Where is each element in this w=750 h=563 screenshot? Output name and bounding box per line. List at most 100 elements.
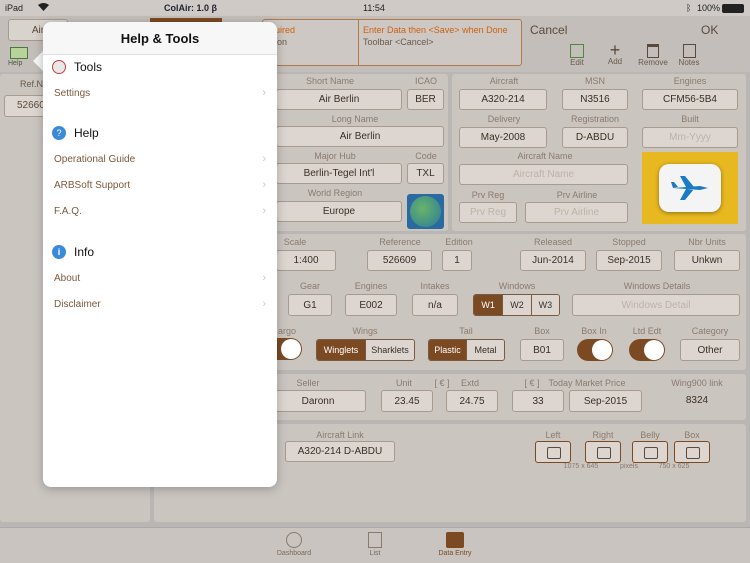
long-name-field[interactable]: Air Berlin [276,126,444,147]
engines-model-field[interactable]: E002 [345,294,397,316]
tab-data-entry[interactable]: Data Entry [425,530,485,557]
photo-left-camera-icon[interactable] [535,441,571,463]
category-field[interactable]: Other [680,339,740,361]
code-field[interactable]: TXL [407,163,444,184]
engines-label: Engines [673,76,707,86]
wings-option-sharklets[interactable]: Sharklets [365,340,414,360]
market-price-label: Today Market Price [548,378,626,388]
windows-option-w2[interactable]: W2 [502,295,531,315]
globe-icon[interactable] [407,194,444,229]
tools-icon [52,60,66,74]
app-title: ColAir: 1.0 β [164,3,218,13]
prv-reg-label: Prv Reg [471,190,505,200]
add-button[interactable]: + Add [600,41,630,66]
intakes-field[interactable]: n/a [412,294,458,316]
major-hub-field[interactable]: Berlin-Tegel Int'l [276,163,402,184]
tail-option-plastic[interactable]: Plastic [429,340,466,360]
unit-field[interactable]: 23.45 [381,390,433,412]
short-name-field[interactable]: Air Berlin [276,89,402,110]
gear-field[interactable]: G1 [288,294,332,316]
market-date-field[interactable]: Sep-2015 [569,390,642,412]
notes-label: Notes [678,58,700,67]
tab-data-entry-label: Data Entry [438,550,472,557]
cancel-button[interactable]: Cancel [530,23,567,37]
menu-item-disclaimer[interactable]: Disclaimer › [54,298,266,310]
prv-reg-field[interactable]: Prv Reg [459,202,517,223]
edit-icon [570,44,584,58]
notes-button[interactable]: Notes [674,44,704,67]
chevron-right-icon: › [262,153,266,165]
info-circle-icon: i [52,245,66,259]
photo-belly-label: Belly [640,430,660,440]
released-field[interactable]: Jun-2014 [520,250,586,271]
tail-label: Tail [459,326,473,336]
wing900-value[interactable]: 8324 [664,395,730,406]
operational-guide-label: Operational Guide [54,154,136,165]
engines-field[interactable]: CFM56-5B4 [642,89,738,110]
photo-right-camera-icon[interactable] [585,441,621,463]
tail-option-metal[interactable]: Metal [466,340,504,360]
world-region-label: World Region [307,188,363,198]
wings-option-winglets[interactable]: Winglets [317,340,365,360]
airline-logo-image[interactable] [642,152,738,224]
help-button[interactable]: Help [8,46,30,68]
stopped-field[interactable]: Sep-2015 [596,250,662,271]
box-in-toggle[interactable] [577,339,613,361]
tail-segmented-control: Plastic Metal [428,339,505,361]
windows-details-field[interactable]: Windows Detail [572,294,740,316]
chevron-right-icon: › [262,87,266,99]
aircraft-name-field[interactable]: Aircraft Name [459,164,628,185]
nbr-units-field[interactable]: Unkwn [674,250,740,271]
photo-box-label: Box [684,430,700,440]
ok-button[interactable]: OK [701,23,718,37]
registration-field[interactable]: D-ABDU [562,127,628,148]
chevron-right-icon: › [262,179,266,191]
prv-airline-field[interactable]: Prv Airline [525,202,628,223]
remove-button[interactable]: Remove [638,44,668,67]
menu-item-arbsoft-support[interactable]: ARBSoft Support › [54,179,266,191]
cargo-label: argo [277,326,296,336]
aircraft-link-field[interactable]: A320-214 D-ABDU [285,441,395,462]
box-field[interactable]: B01 [520,339,564,361]
help-label: Help [8,60,23,67]
tab-dashboard[interactable]: Dashboard [264,530,324,557]
market-price-field[interactable]: 33 [512,390,564,412]
edit-label: Edit [570,58,584,67]
built-field[interactable]: Mm-Yyyy [642,127,738,148]
scale-field[interactable]: 1:400 [276,250,336,271]
photo-box-camera-icon[interactable] [674,441,710,463]
reference-field[interactable]: 526609 [367,250,432,271]
msn-field[interactable]: N3516 [562,89,628,110]
menu-item-operational-guide[interactable]: Operational Guide › [54,153,266,165]
chevron-right-icon: › [262,205,266,217]
ltd-edt-toggle[interactable] [629,339,665,361]
aircraft-field[interactable]: A320-214 [459,89,547,110]
aircraft-label: Aircraft [489,76,519,86]
extd-field[interactable]: 24.75 [446,390,498,412]
reference-label: Reference [379,237,421,247]
icao-field[interactable]: BER [407,89,444,110]
seller-field[interactable]: Daronn [270,390,366,412]
prv-airline-label: Prv Airline [556,190,598,200]
menu-item-settings[interactable]: Settings › [54,87,266,99]
edition-field[interactable]: 1 [442,250,472,271]
windows-option-w1[interactable]: W1 [474,295,503,315]
windows-option-w3[interactable]: W3 [530,295,559,315]
released-label: Released [533,237,573,247]
wings-label: Wings [352,326,378,336]
edit-button[interactable]: Edit [562,44,592,67]
popover-arrow [33,51,43,71]
hint-toolbar: Toolbar <Cancel> [363,37,434,47]
photo-belly-camera-icon[interactable] [632,441,668,463]
menu-item-about[interactable]: About › [54,272,266,284]
hint-enter-data: Enter Data then <Save> when Done [363,25,508,35]
tab-list[interactable]: List [345,530,405,557]
category-label: Category [691,326,729,336]
menu-item-faq[interactable]: F.A.Q. › [54,205,266,217]
world-region-field[interactable]: Europe [276,201,402,222]
delivery-field[interactable]: May-2008 [459,127,547,148]
ltd-edt-label: Ltd Edt [632,326,662,336]
engines-model-label: Engines [354,281,388,291]
list-header-ref: Ref.N [20,79,44,89]
section-info: i Info [52,245,94,259]
